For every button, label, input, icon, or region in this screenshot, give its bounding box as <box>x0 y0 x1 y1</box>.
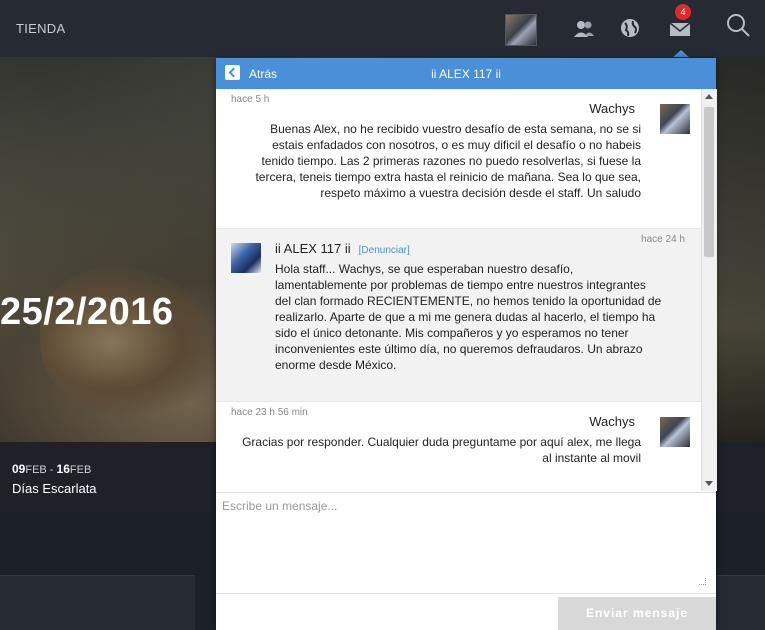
friends-icon[interactable] <box>571 16 597 42</box>
resize-grip-icon[interactable] <box>699 578 706 585</box>
event-dates: 09FEB - 16FEB <box>12 462 92 476</box>
message-scrollbar[interactable] <box>701 89 717 491</box>
message-body: Gracias por responder. Cualquier duda pr… <box>242 435 641 465</box>
globe-icon[interactable] <box>617 16 643 42</box>
message-input[interactable] <box>220 497 704 587</box>
message-author[interactable]: Wachys <box>589 414 635 429</box>
message-item: hace 5 h Wachys Buenas Alex, no he recib… <box>216 89 701 229</box>
author-avatar[interactable] <box>660 417 690 447</box>
report-link[interactable]: [Denunciar] <box>359 245 410 256</box>
notification-badge: 4 <box>675 4 691 20</box>
message-body: Hola staff... Wachys, se que esperaban n… <box>275 262 662 372</box>
message-author: ii ALEX 117 ii [Denunciar] <box>275 241 410 256</box>
search-icon[interactable] <box>725 12 751 38</box>
message-list[interactable]: hace 5 h Wachys Buenas Alex, no he recib… <box>216 89 701 491</box>
send-button[interactable]: Enviar mensaje <box>558 597 716 630</box>
message-time: hace 5 h <box>231 94 270 105</box>
chat-panel: Atrás ii ALEX 117 ii hace 5 h Wachys Bue… <box>216 58 717 630</box>
mail-icon[interactable] <box>667 16 693 42</box>
chat-title: ii ALEX 117 ii <box>431 67 501 81</box>
author-avatar[interactable] <box>660 104 690 134</box>
message-item: hace 23 h 56 min Wachys Gracias por resp… <box>216 402 701 491</box>
user-avatar[interactable] <box>505 14 537 46</box>
message-item: hace 24 h ii ALEX 117 ii [Denunciar] Hola… <box>216 229 701 402</box>
message-author[interactable]: Wachys <box>589 101 635 116</box>
scroll-down-icon[interactable] <box>705 481 713 486</box>
author-avatar[interactable] <box>231 243 261 273</box>
message-time: hace 23 h 56 min <box>231 407 308 418</box>
message-body: Buenas Alex, no he recibido vuestro desa… <box>255 122 641 200</box>
event-name[interactable]: Días Escarlata <box>12 481 97 496</box>
content-card <box>716 575 765 630</box>
shop-link[interactable]: TIENDA <box>16 21 65 36</box>
scroll-up-icon[interactable] <box>705 94 713 99</box>
chat-header: Atrás ii ALEX 117 ii <box>216 58 716 89</box>
scroll-thumb[interactable] <box>704 107 714 257</box>
hero-date: 25/2/2016 <box>0 291 174 333</box>
message-composer <box>216 492 716 593</box>
send-row: Enviar mensaje <box>216 593 716 630</box>
message-time: hace 24 h <box>641 234 685 245</box>
content-card <box>0 575 195 630</box>
top-nav-bar: TIENDA 4 <box>0 0 765 58</box>
